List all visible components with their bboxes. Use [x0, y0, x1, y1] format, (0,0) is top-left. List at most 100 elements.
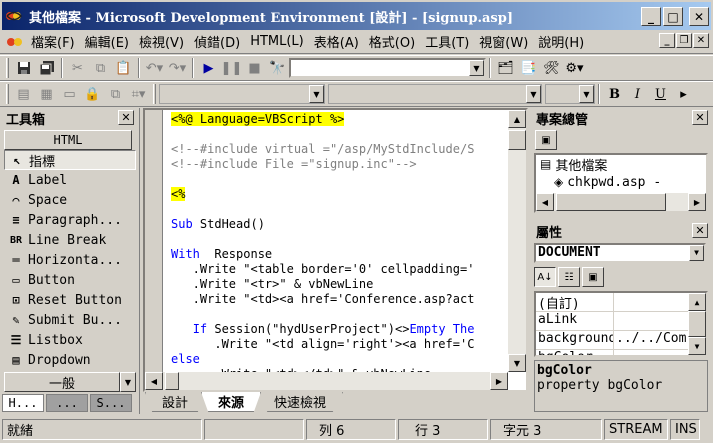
- code-line[interactable]: <!--#include virtual ="/asp/MyStdInclude…: [171, 142, 504, 157]
- code-line[interactable]: With Response: [171, 247, 504, 262]
- stop-icon[interactable]: ■: [243, 57, 266, 79]
- property-value[interactable]: [614, 350, 690, 355]
- toolbox-item-listbox[interactable]: ☰ Listbox: [4, 330, 136, 350]
- chevron-down-icon[interactable]: ▼: [689, 245, 704, 261]
- scroll-up-icon[interactable]: ▲: [688, 293, 706, 311]
- property-value[interactable]: [614, 312, 690, 330]
- property-row[interactable]: aLink: [536, 312, 706, 331]
- code-line[interactable]: [171, 127, 504, 142]
- code-line[interactable]: else: [171, 352, 504, 367]
- toolbox-item-submit-button[interactable]: ✎ Submit Bu...: [4, 310, 136, 330]
- code-line[interactable]: [171, 202, 504, 217]
- menu-file[interactable]: 檔案(F): [26, 32, 80, 51]
- code-line[interactable]: <%: [171, 187, 504, 202]
- toolbox-bottom-tab-1[interactable]: H...: [2, 394, 44, 412]
- tree-child[interactable]: ◈ chkpwd.asp -: [536, 173, 706, 191]
- vertical-scrollbar[interactable]: ▲ ▼: [508, 110, 526, 372]
- maximize-button[interactable]: □: [663, 7, 683, 26]
- menu-edit[interactable]: 編輯(E): [80, 32, 134, 51]
- app-icon[interactable]: [5, 8, 23, 24]
- horizontal-scrollbar[interactable]: ◀ ▶: [145, 372, 508, 390]
- project-tree[interactable]: ▤ 其他檔案 ◈ chkpwd.asp - ◀ ▶: [534, 153, 708, 213]
- horizontal-scrollbar[interactable]: ◀ ▶: [536, 193, 706, 211]
- more-tools-icon[interactable]: ⚙▾: [563, 57, 586, 79]
- save-icon[interactable]: [12, 57, 35, 79]
- view-code-icon[interactable]: ▣: [535, 130, 557, 150]
- chevron-down-icon[interactable]: ▼: [526, 85, 541, 103]
- code-line[interactable]: [171, 172, 504, 187]
- chevron-down-icon[interactable]: ▼: [579, 85, 594, 103]
- cut-icon[interactable]: ✂: [66, 57, 89, 79]
- scroll-thumb[interactable]: [165, 372, 179, 390]
- menu-debug[interactable]: 偵錯(D): [189, 32, 245, 51]
- tab-design[interactable]: 設計: [145, 392, 206, 412]
- toolbar-grip[interactable]: [6, 84, 9, 104]
- toolbox-item-label[interactable]: A Label: [4, 170, 136, 190]
- toolbox-icon[interactable]: 🛠: [540, 57, 563, 79]
- scroll-thumb[interactable]: [556, 193, 666, 211]
- toolbox-item-dropdown[interactable]: ▤ Dropdown: [4, 350, 136, 370]
- toolbox-item-reset-button[interactable]: ⊡ Reset Button: [4, 290, 136, 310]
- document-icon[interactable]: [4, 33, 26, 51]
- menu-window[interactable]: 視窗(W): [474, 32, 533, 51]
- scroll-thumb[interactable]: [508, 130, 526, 150]
- toolbar-grip[interactable]: [153, 84, 156, 104]
- scroll-down-icon[interactable]: ▼: [688, 337, 706, 355]
- menu-view[interactable]: 檢視(V): [134, 32, 189, 51]
- code-line[interactable]: <%@ Language=VBScript %>: [171, 112, 504, 127]
- minimize-button[interactable]: _: [641, 7, 661, 26]
- property-grid[interactable]: (自訂) aLink background../../Com bgColor ▲…: [534, 291, 708, 357]
- scroll-thumb[interactable]: [688, 311, 706, 337]
- chevron-down-icon[interactable]: ▼: [469, 60, 484, 76]
- code-line[interactable]: [171, 307, 504, 322]
- code-line[interactable]: .Write "<table border='0' cellpadding=': [171, 262, 504, 277]
- property-row[interactable]: (自訂): [536, 293, 706, 312]
- toolbox-item-pointer[interactable]: ↖ 指標: [4, 150, 136, 170]
- menu-html[interactable]: HTML(L): [245, 34, 309, 49]
- toolbox-item-button[interactable]: ▭ Button: [4, 270, 136, 290]
- object-select[interactable]: DOCUMENT ▼: [534, 243, 706, 263]
- sort-category-icon[interactable]: ☷: [558, 267, 580, 287]
- close-icon[interactable]: ✕: [692, 223, 708, 238]
- chevron-down-icon[interactable]: ▼: [120, 372, 136, 392]
- paste-icon[interactable]: 📋: [112, 57, 135, 79]
- tab-source[interactable]: 來源: [201, 392, 262, 412]
- find-icon[interactable]: 🔭: [266, 57, 289, 79]
- property-value[interactable]: ../../Com: [614, 331, 690, 349]
- more-format-icon[interactable]: ▸: [672, 83, 695, 105]
- toolbox-tab-general[interactable]: 一般: [4, 372, 120, 392]
- sort-alpha-icon[interactable]: A↓: [534, 267, 556, 287]
- underline-icon[interactable]: U: [649, 83, 672, 105]
- doc-minimize-button[interactable]: _: [659, 33, 675, 48]
- find-combo[interactable]: ▼: [289, 58, 486, 78]
- menu-help[interactable]: 說明(H): [533, 32, 589, 51]
- italic-icon[interactable]: I: [626, 83, 649, 105]
- code-area[interactable]: <%@ Language=VBScript %> <!--#include vi…: [171, 112, 504, 372]
- code-editor[interactable]: <%@ Language=VBScript %> <!--#include vi…: [143, 108, 528, 392]
- layout-icon[interactable]: ▭: [58, 83, 81, 105]
- menu-format[interactable]: 格式(O): [364, 32, 420, 51]
- close-icon[interactable]: ✕: [118, 110, 134, 125]
- redo-icon[interactable]: ↷▾: [166, 57, 189, 79]
- project-explorer-icon[interactable]: 🗂: [494, 57, 517, 79]
- position-icon[interactable]: ⧉: [104, 83, 127, 105]
- block-format-combo[interactable]: ▼: [159, 84, 325, 104]
- lock-icon[interactable]: 🔒: [81, 83, 104, 105]
- font-name-combo[interactable]: ▼: [328, 84, 542, 104]
- scroll-left-icon[interactable]: ◀: [536, 193, 554, 211]
- start-debug-icon[interactable]: ▶: [197, 57, 220, 79]
- scroll-up-icon[interactable]: ▲: [508, 110, 526, 128]
- property-value[interactable]: [614, 293, 690, 311]
- chevron-down-icon[interactable]: ▼: [309, 85, 324, 103]
- code-line[interactable]: .Write "<tr>" & vbNewLine: [171, 277, 504, 292]
- table-icon[interactable]: ⌗▾: [127, 83, 150, 105]
- bold-icon[interactable]: B: [603, 83, 626, 105]
- toolbox-item-paragraph[interactable]: ≡ Paragraph...: [4, 210, 136, 230]
- code-line[interactable]: [171, 232, 504, 247]
- doc-restore-button[interactable]: ❐: [676, 33, 692, 48]
- code-line[interactable]: Sub StdHead(): [171, 217, 504, 232]
- toolbox-item-space[interactable]: ⌒ Space: [4, 190, 136, 210]
- scroll-right-icon[interactable]: ▶: [688, 193, 706, 211]
- property-row[interactable]: background ../../Com: [536, 331, 706, 350]
- toolbar-grip[interactable]: [6, 58, 9, 78]
